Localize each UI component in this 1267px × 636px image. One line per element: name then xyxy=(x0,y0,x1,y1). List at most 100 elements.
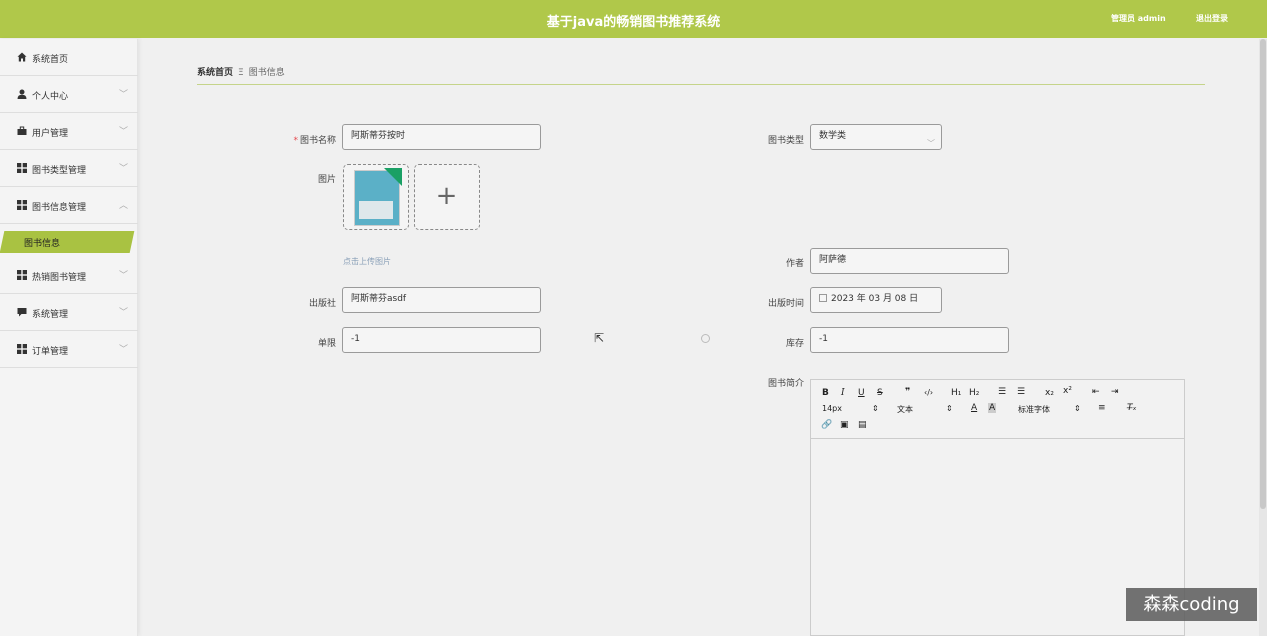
grid-icon xyxy=(17,344,27,354)
chevron-down-icon: ﹀ xyxy=(119,308,129,318)
sidebar-item-label: 系统管理 xyxy=(32,310,69,320)
italic-icon[interactable]: I xyxy=(841,388,845,398)
sidebar-item-label: 个人中心 xyxy=(32,92,69,102)
book-name-label: * 图书名称 xyxy=(270,133,336,146)
publisher-input[interactable]: 阿斯蒂芬asdf xyxy=(342,287,541,313)
author-label: 作者 xyxy=(785,259,804,269)
image-label: 图片 xyxy=(317,175,336,185)
briefcase-icon xyxy=(17,126,27,135)
author-input[interactable]: 阿萨德 xyxy=(810,248,1009,274)
selected-corner-badge xyxy=(384,168,402,186)
subscript-icon[interactable]: x₂ xyxy=(1045,388,1054,398)
strike-icon[interactable]: S xyxy=(877,388,883,398)
chat-icon xyxy=(17,308,27,317)
book-cover-detail xyxy=(359,201,393,219)
clear-format-icon[interactable]: T̶ₓ xyxy=(1127,403,1137,413)
grid-icon xyxy=(17,270,27,280)
grid-icon xyxy=(17,200,27,210)
chevron-down-icon: ﹀ xyxy=(119,345,129,355)
watermark: 森森coding xyxy=(1126,588,1257,621)
chevron-up-icon: ︿ xyxy=(119,201,129,211)
limit-input[interactable]: -1 xyxy=(342,327,541,353)
pubdate-label: 出版时间 xyxy=(767,299,804,309)
active-highlight xyxy=(0,231,135,253)
circle-icon xyxy=(701,334,710,343)
sidebar-item-label: 图书类型管理 xyxy=(32,166,87,176)
scrollbar-thumb[interactable] xyxy=(1260,39,1266,509)
divider xyxy=(197,84,1205,85)
updown-icon[interactable]: ⇕ xyxy=(1074,404,1081,413)
image-icon[interactable]: ▣ xyxy=(840,420,849,430)
paragraph-select[interactable]: 文本 xyxy=(897,404,913,415)
sidebar-item-label: 用户管理 xyxy=(32,129,69,139)
superscript-icon[interactable]: x² xyxy=(1063,386,1072,396)
upload-button[interactable]: + xyxy=(414,164,480,230)
required-mark: * xyxy=(293,136,298,146)
plus-icon: + xyxy=(435,181,458,211)
sidebar: 系统首页 个人中心 ﹀ 用户管理 ﹀ 图书类型管理 ﹀ 图书信息管理 ︿ 图书信… xyxy=(0,39,138,636)
grid-icon xyxy=(17,163,27,173)
sidebar-item-home[interactable]: 系统首页 xyxy=(0,39,138,76)
breadcrumb-current: 图书信息 xyxy=(248,68,285,78)
limit-label: 单限 xyxy=(317,339,336,349)
page-scrollbar[interactable] xyxy=(1259,39,1267,636)
current-user: 管理员 admin xyxy=(1111,14,1166,23)
sidebar-subitem-book-info[interactable]: 图书信息 xyxy=(0,228,135,255)
underline-icon[interactable]: U xyxy=(858,388,865,398)
user-icon xyxy=(17,89,27,99)
background-color-icon[interactable]: A xyxy=(988,403,997,413)
breadcrumb-separator: Ξ xyxy=(238,68,244,78)
sidebar-item-orders[interactable]: 订单管理 ﹀ xyxy=(0,331,138,368)
uploaded-image[interactable] xyxy=(343,164,409,230)
bullet-list-icon[interactable]: ☰ xyxy=(1017,387,1025,397)
calendar-icon xyxy=(819,294,827,302)
chevron-down-icon: ﹀ xyxy=(119,164,129,174)
sidebar-subitem-label: 图书信息 xyxy=(24,239,61,249)
bold-icon[interactable]: B xyxy=(822,388,829,398)
mouse-cursor-icon: ⇱ xyxy=(594,331,605,345)
align-icon[interactable]: ≡ xyxy=(1098,403,1106,413)
h2-icon[interactable]: H₂ xyxy=(969,388,979,398)
outdent-icon[interactable]: ⇤ xyxy=(1092,387,1100,397)
chevron-down-icon: ﹀ xyxy=(119,90,129,100)
sidebar-item-book-info[interactable]: 图书信息管理 ︿ xyxy=(0,187,138,224)
stock-label: 库存 xyxy=(785,339,804,349)
pubdate-value: 2023 年 03 月 08 日 xyxy=(831,294,919,304)
font-family-select[interactable]: 标准字体 xyxy=(1018,404,1050,415)
intro-label: 图书简介 xyxy=(767,379,804,389)
h1-icon[interactable]: H₁ xyxy=(951,388,961,398)
logout-link[interactable]: 退出登录 xyxy=(1196,13,1228,24)
sidebar-item-label: 系统首页 xyxy=(32,55,69,65)
upload-hint[interactable]: 点击上传图片 xyxy=(343,256,391,267)
video-icon[interactable]: ▤ xyxy=(858,420,867,430)
updown-icon[interactable]: ⇕ xyxy=(872,404,879,413)
code-icon[interactable]: ‹/› xyxy=(924,388,933,397)
breadcrumb-home[interactable]: 系统首页 xyxy=(197,68,233,78)
link-icon[interactable]: 🔗 xyxy=(821,420,832,430)
indent-icon[interactable]: ⇥ xyxy=(1111,387,1119,397)
updown-icon[interactable]: ⇕ xyxy=(946,404,953,413)
chevron-down-icon: ﹀ xyxy=(119,271,129,281)
sidebar-item-personal[interactable]: 个人中心 ﹀ xyxy=(0,76,138,113)
editor-toolbar: B I U S ❞ ‹/› H₁ H₂ ☰ ☰ x₂ x² ⇤ ⇥ 14px ⇕… xyxy=(811,380,1184,439)
font-size-select[interactable]: 14px xyxy=(822,404,842,413)
top-header: 基于java的畅销图书推荐系统 管理员 admin 退出登录 xyxy=(0,0,1267,38)
book-cover-image xyxy=(354,168,402,226)
home-icon xyxy=(17,52,27,62)
font-color-icon[interactable]: A xyxy=(971,403,977,413)
ordered-list-icon[interactable]: ☰ xyxy=(998,387,1006,397)
sidebar-item-book-types[interactable]: 图书类型管理 ﹀ xyxy=(0,150,138,187)
sidebar-item-label: 图书信息管理 xyxy=(32,203,87,213)
book-name-input[interactable]: 阿斯蒂芬按时 xyxy=(342,124,541,150)
book-type-label: 图书类型 xyxy=(767,136,804,146)
sidebar-item-label: 订单管理 xyxy=(32,347,69,357)
pubdate-picker[interactable]: 2023 年 03 月 08 日 xyxy=(810,287,942,313)
book-name-label-text: 图书名称 xyxy=(299,136,336,146)
blockquote-icon[interactable]: ❞ xyxy=(905,387,910,397)
sidebar-item-hot-books[interactable]: 热销图书管理 ﹀ xyxy=(0,257,138,294)
sidebar-item-users[interactable]: 用户管理 ﹀ xyxy=(0,113,138,150)
stock-input[interactable]: -1 xyxy=(810,327,1009,353)
sidebar-item-system[interactable]: 系统管理 ﹀ xyxy=(0,294,138,331)
book-type-value: 数学类 xyxy=(819,131,847,141)
book-type-select[interactable]: 数学类 ﹀ xyxy=(810,124,942,150)
